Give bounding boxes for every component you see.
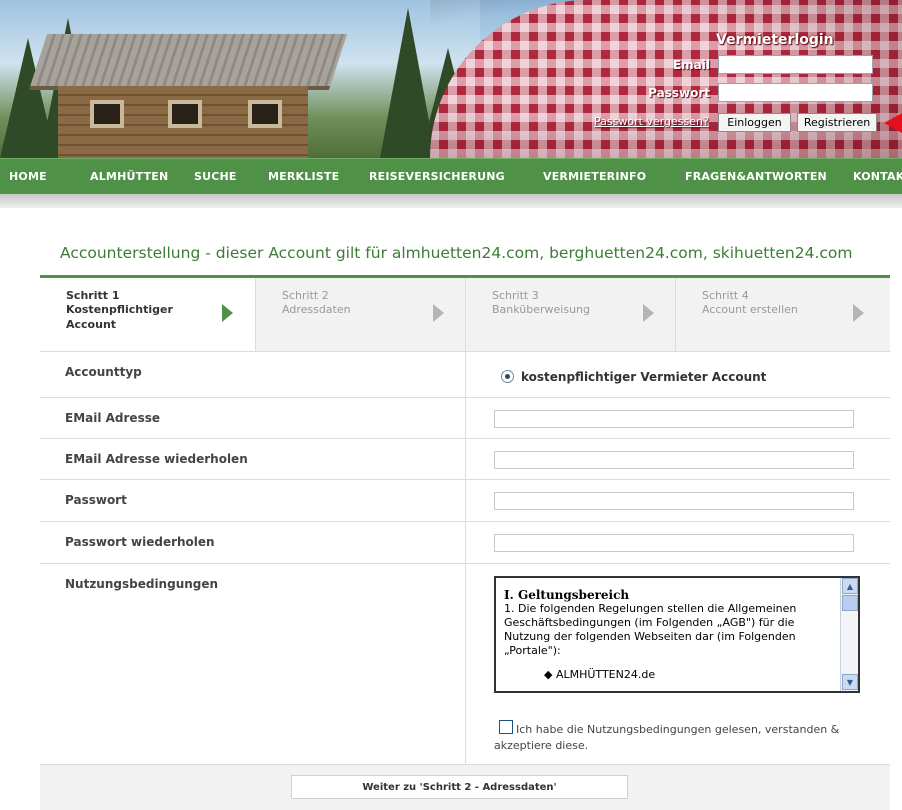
email-repeat-label: EMail Adresse wiederholen xyxy=(65,452,248,466)
row-terms: Nutzungsbedingungen I. Geltungsbereich 1… xyxy=(40,563,890,764)
terms-bullet: ◆ ALMHÜTTEN24.de xyxy=(544,668,656,681)
terms-bullet-text: ALMHÜTTEN24.de xyxy=(555,668,656,681)
main-navigation: HOME ALMHÜTTEN SUCHE MERKLISTE REISEVERS… xyxy=(0,158,902,194)
login-password-label: Passwort xyxy=(648,86,710,100)
login-button[interactable]: Einloggen xyxy=(718,113,791,132)
step-1-number: Schritt 1 xyxy=(66,289,120,302)
row-email-repeat: EMail Adresse wiederholen xyxy=(40,438,890,479)
password-repeat-label: Passwort wiederholen xyxy=(65,535,215,549)
login-email-input[interactable] xyxy=(718,55,873,74)
step-3-number: Schritt 3 xyxy=(492,289,539,302)
row-email: EMail Adresse xyxy=(40,397,890,438)
landlord-login: Vermieterlogin Email Passwort Passwort v… xyxy=(0,0,902,158)
terms-textbox[interactable]: I. Geltungsbereich 1. Die folgenden Rege… xyxy=(494,576,860,693)
nav-item-reiseversicherung[interactable]: REISEVERSICHERUNG xyxy=(369,170,505,183)
step-2-number: Schritt 2 xyxy=(282,289,329,302)
email-label: EMail Adresse xyxy=(65,411,160,425)
nav-shadow xyxy=(0,194,902,208)
step-1: Schritt 1 Kostenpflichtiger Account xyxy=(40,278,255,351)
step-arrow-icon xyxy=(853,304,864,322)
login-email-label: Email xyxy=(672,58,710,72)
email-repeat-input[interactable] xyxy=(494,451,854,469)
scroll-up-icon[interactable]: ▲ xyxy=(842,578,858,594)
step-3: Schritt 3 Banküberweisung xyxy=(465,278,675,351)
page-title: Accounterstellung - dieser Account gilt … xyxy=(60,244,853,262)
account-type-option[interactable]: kostenpflichtiger Vermieter Account xyxy=(521,370,766,384)
row-password: Passwort xyxy=(40,479,890,521)
next-step-button[interactable]: Weiter zu 'Schritt 2 - Adressdaten' xyxy=(291,775,628,799)
nav-item-almhuetten[interactable]: ALMHÜTTEN xyxy=(90,170,168,183)
terms-scrollbar[interactable]: ▲ ▼ xyxy=(840,578,858,691)
password-input[interactable] xyxy=(494,492,854,510)
row-password-repeat: Passwort wiederholen xyxy=(40,521,890,563)
scroll-down-icon[interactable]: ▼ xyxy=(842,674,858,690)
nav-item-kontakt[interactable]: KONTAKT xyxy=(853,170,902,183)
step-arrow-icon xyxy=(433,304,444,322)
accept-terms-checkbox[interactable] xyxy=(499,720,513,734)
step-4-number: Schritt 4 xyxy=(702,289,749,302)
login-password-input[interactable] xyxy=(718,83,873,102)
step-arrow-icon xyxy=(643,304,654,322)
terms-text: 1. Die folgenden Regelungen stellen die … xyxy=(504,602,797,657)
step-progress: Schritt 1 Kostenpflichtiger Account Schr… xyxy=(40,278,890,351)
account-creation-form: Accounterstellung - dieser Account gilt … xyxy=(28,208,902,810)
password-repeat-input[interactable] xyxy=(494,534,854,552)
account-type-radio[interactable] xyxy=(501,370,514,383)
form-footer: Weiter zu 'Schritt 2 - Adressdaten' xyxy=(40,764,890,810)
nav-item-suche[interactable]: SUCHE xyxy=(194,170,237,183)
nav-item-merkliste[interactable]: MERKLISTE xyxy=(268,170,339,183)
accept-terms-label[interactable]: Ich habe die Nutzungsbedingungen gelesen… xyxy=(494,722,854,754)
terms-label: Nutzungsbedingungen xyxy=(65,577,219,591)
step-arrow-icon xyxy=(222,304,233,322)
nav-item-vermieterinfo[interactable]: VERMIETERINFO xyxy=(543,170,646,183)
scroll-thumb[interactable] xyxy=(842,595,858,611)
login-title: Vermieterlogin xyxy=(716,32,834,48)
arrow-left-icon xyxy=(884,113,902,133)
step-4: Schritt 4 Account erstellen xyxy=(675,278,890,351)
forgot-password-link[interactable]: Passwort vergessen? xyxy=(594,115,709,128)
password-label: Passwort xyxy=(65,493,127,507)
step-2: Schritt 2 Adressdaten xyxy=(255,278,465,351)
nav-item-home[interactable]: HOME xyxy=(9,170,47,183)
email-input[interactable] xyxy=(494,410,854,428)
terms-heading: I. Geltungsbereich xyxy=(504,588,630,602)
row-account-type: Accounttyp kostenpflichtiger Vermieter A… xyxy=(40,351,890,397)
nav-item-fragen-antworten[interactable]: FRAGEN&ANTWORTEN xyxy=(685,170,827,183)
account-type-label: Accounttyp xyxy=(65,365,142,379)
register-button[interactable]: Registrieren xyxy=(797,113,877,132)
